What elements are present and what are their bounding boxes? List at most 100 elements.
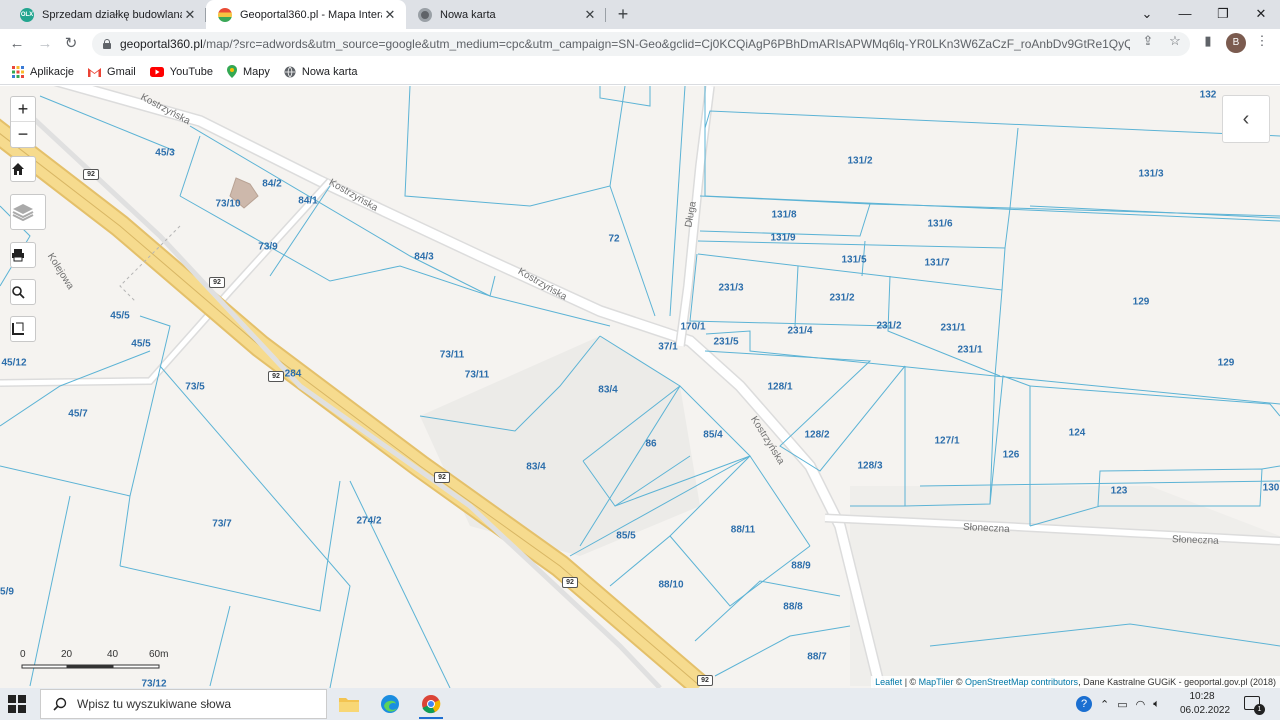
- parcel-label[interactable]: 88/10: [658, 580, 683, 591]
- parcel-label[interactable]: 73/12: [141, 679, 166, 689]
- search-map-button[interactable]: [10, 279, 36, 305]
- tab-new[interactable]: Nowa karta ✕: [406, 0, 606, 29]
- parcel-label[interactable]: 73/5: [185, 382, 204, 393]
- notification-icon[interactable]: 1: [1244, 696, 1265, 715]
- parcel-label[interactable]: 231/1: [940, 323, 965, 334]
- parcel-label[interactable]: 131/6: [927, 219, 952, 230]
- parcel-label[interactable]: 131/8: [771, 210, 796, 221]
- profile-avatar[interactable]: B: [1226, 33, 1246, 53]
- menu-kebab-icon[interactable]: ⋮: [1254, 33, 1270, 49]
- tab-search-icon[interactable]: ⌄: [1128, 0, 1166, 29]
- parcel-label[interactable]: 170/1: [680, 322, 705, 333]
- back-icon[interactable]: ←: [6, 33, 28, 55]
- parcel-label[interactable]: 85/5: [616, 531, 635, 542]
- parcel-label[interactable]: 231/1: [957, 345, 982, 356]
- parcel-label[interactable]: 73/11: [440, 350, 464, 361]
- taskbar-search[interactable]: Wpisz tu wyszukiwane słowa: [40, 689, 327, 719]
- parcel-label[interactable]: 127/1: [934, 436, 959, 447]
- parcel-label[interactable]: 45/12: [1, 358, 26, 369]
- parcel-label[interactable]: 73/11: [465, 370, 489, 381]
- parcel-label[interactable]: 45/7: [68, 409, 87, 420]
- parcel-label[interactable]: 131/3: [1138, 169, 1163, 180]
- parcel-label[interactable]: 83/4: [598, 385, 617, 396]
- parcel-label[interactable]: 72: [608, 234, 619, 245]
- side-panel-icon[interactable]: ▮: [1200, 33, 1216, 49]
- parcel-label[interactable]: 132: [1200, 90, 1217, 101]
- parcel-label[interactable]: 88/8: [783, 602, 802, 613]
- close-tab-icon[interactable]: ✕: [582, 7, 598, 23]
- bookmark-youtube[interactable]: YouTube: [149, 66, 213, 78]
- bookmark-gmail[interactable]: Gmail: [88, 66, 136, 78]
- parcel-label[interactable]: 274/2: [356, 516, 381, 527]
- parcel-label[interactable]: 131/9: [770, 233, 795, 244]
- layers-button[interactable]: [10, 194, 46, 230]
- taskbar-clock[interactable]: 10:28 06.02.2022: [1180, 690, 1230, 718]
- parcel-label[interactable]: 284: [285, 369, 302, 380]
- parcel-label[interactable]: 126: [1003, 450, 1020, 461]
- parcel-label[interactable]: 124: [1069, 428, 1086, 439]
- parcel-label[interactable]: 88/7: [807, 652, 826, 663]
- close-tab-icon[interactable]: ✕: [182, 7, 198, 23]
- parcel-label[interactable]: 73/7: [212, 519, 231, 530]
- bookmark-star-icon[interactable]: ☆: [1167, 33, 1183, 49]
- maximize-icon[interactable]: ❐: [1204, 0, 1242, 29]
- minimize-icon[interactable]: —: [1166, 0, 1204, 29]
- close-tab-icon[interactable]: ✕: [382, 7, 398, 23]
- bookmark-new-tab[interactable]: Nowa karta: [284, 66, 358, 78]
- parcel-label[interactable]: 231/4: [787, 326, 812, 337]
- battery-icon[interactable]: ▭: [1117, 698, 1127, 711]
- measure-button[interactable]: [10, 316, 36, 342]
- parcel-label[interactable]: 231/2: [829, 293, 854, 304]
- close-window-icon[interactable]: ✕: [1242, 0, 1280, 29]
- parcel-label[interactable]: 129: [1218, 358, 1235, 369]
- parcel-label[interactable]: 129: [1133, 297, 1150, 308]
- zoom-in-button[interactable]: +: [11, 97, 35, 122]
- print-button[interactable]: [10, 242, 36, 268]
- tab-olx[interactable]: OLX Sprzedam działkę budowlaną Bra ✕: [8, 0, 206, 29]
- wifi-icon[interactable]: ◠: [1136, 698, 1146, 711]
- parcel-label[interactable]: 131/7: [924, 258, 949, 269]
- parcel-label[interactable]: 130: [1263, 483, 1280, 494]
- home-button[interactable]: [10, 156, 36, 182]
- parcel-label[interactable]: 84/3: [414, 252, 433, 263]
- parcel-label[interactable]: 123: [1111, 486, 1128, 497]
- parcel-label[interactable]: 45/5: [131, 339, 150, 350]
- parcel-label[interactable]: 131/2: [847, 156, 872, 167]
- tab-geoportal[interactable]: Geoportal360.pl - Mapa Interakty ✕: [206, 0, 406, 29]
- zoom-out-button[interactable]: −: [11, 122, 35, 147]
- bookmark-maps[interactable]: Mapy: [227, 65, 270, 78]
- parcel-label[interactable]: 37/1: [658, 342, 677, 353]
- parcel-label[interactable]: 73/10: [215, 199, 240, 210]
- parcel-label[interactable]: 45/5: [110, 311, 129, 322]
- parcel-label[interactable]: 88/11: [731, 525, 755, 536]
- volume-icon[interactable]: 🔈︎: [1153, 698, 1160, 711]
- parcel-label[interactable]: 85/4: [703, 430, 722, 441]
- reload-icon[interactable]: ↻: [60, 33, 82, 55]
- parcel-label[interactable]: 86: [645, 439, 656, 450]
- parcel-label[interactable]: 128/1: [767, 382, 792, 393]
- parcel-label[interactable]: 128/2: [804, 430, 829, 441]
- chevron-up-icon[interactable]: ⌃: [1100, 698, 1109, 711]
- side-panel-toggle[interactable]: ‹: [1222, 95, 1270, 143]
- parcel-label[interactable]: 128/3: [857, 461, 882, 472]
- parcel-label[interactable]: 88/9: [791, 561, 810, 572]
- url-text[interactable]: geoportal360.pl/map/?src=adwords&utm_sou…: [120, 37, 1130, 51]
- parcel-label[interactable]: 231/2: [876, 321, 901, 332]
- parcel-label[interactable]: 84/2: [262, 179, 281, 190]
- bookmark-apps[interactable]: Aplikacje: [12, 65, 74, 78]
- file-explorer-app[interactable]: [331, 689, 367, 719]
- parcel-label[interactable]: 83/4: [526, 462, 545, 473]
- windows-start-icon[interactable]: [8, 695, 26, 713]
- osm-link[interactable]: OpenStreetMap contributors: [965, 677, 1078, 687]
- address-bar[interactable]: geoportal360.pl/map/?src=adwords&utm_sou…: [92, 32, 1190, 56]
- edge-app[interactable]: [372, 689, 408, 719]
- parcel-label[interactable]: 73/9: [258, 242, 277, 253]
- maptiler-link[interactable]: MapTiler: [919, 677, 954, 687]
- help-icon[interactable]: ?: [1076, 696, 1092, 712]
- parcel-label[interactable]: 231/3: [718, 283, 743, 294]
- parcel-label[interactable]: 45/3: [155, 148, 174, 159]
- parcel-label[interactable]: 84/1: [298, 196, 317, 207]
- share-icon[interactable]: ⇪: [1140, 33, 1156, 49]
- new-tab-button[interactable]: +: [612, 3, 634, 25]
- parcel-label[interactable]: 131/5: [841, 255, 866, 266]
